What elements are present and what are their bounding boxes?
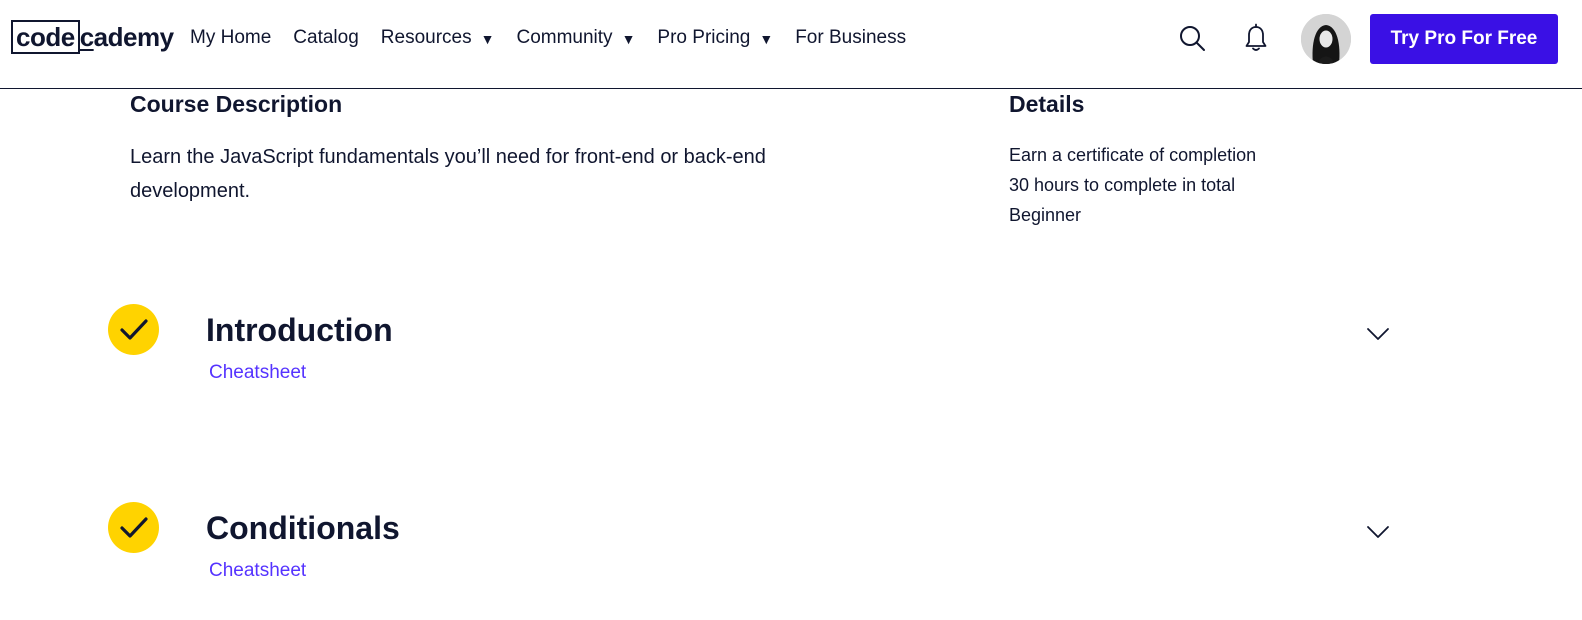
nav-label: Catalog [293,27,359,48]
logo-boxed-text: code [11,20,80,54]
completed-check-badge [108,304,159,355]
cheatsheet-link[interactable]: Cheatsheet [209,560,306,582]
completed-check-badge [108,502,159,553]
nav-community[interactable]: Community ▼ [516,27,635,49]
nav-my-home[interactable]: My Home [190,27,271,49]
top-navigation-bar: code cademy My Home Catalog Resources ▼ Co… [0,0,1582,89]
nav-pro-pricing[interactable]: Pro Pricing ▼ [657,27,773,49]
course-description-heading: Course Description [130,91,343,117]
checkmark-icon [119,516,148,538]
caret-down-icon: ▼ [480,31,495,47]
expand-module-toggle[interactable] [1364,324,1392,344]
main-nav: My Home Catalog Resources ▼ Community ▼ Pr… [190,24,928,52]
caret-down-icon: ▼ [621,31,636,47]
detail-level: Beginner [1009,205,1082,225]
checkmark-icon [119,318,148,340]
module-introduction: Introduction Cheatsheet [0,304,1582,404]
caret-down-icon: ▼ [759,31,774,47]
module-title: Introduction [206,312,393,348]
course-description-text: Learn the JavaScript fundamentals you’ll… [130,146,766,202]
nav-label: For Business [795,27,907,48]
detail-duration: 30 hours to complete in total [1009,175,1236,195]
avatar-photo-icon [1301,14,1351,64]
logo-underlined-letter: c [79,22,94,52]
nav-catalog[interactable]: Catalog [293,27,359,49]
nav-label: Resources [380,27,472,48]
chevron-down-icon [1367,526,1389,538]
details-list: Earn a certificate of completion 30 hour… [1009,140,1256,230]
codecademy-logo[interactable]: code cademy [11,19,174,55]
nav-label: Pro Pricing [657,27,751,48]
try-pro-button[interactable]: Try Pro For Free [1370,14,1558,64]
search-button[interactable] [1176,22,1208,54]
user-avatar[interactable] [1301,14,1351,64]
nav-label: My Home [190,27,272,48]
chevron-down-icon [1367,328,1389,340]
module-conditionals: Conditionals Cheatsheet [0,502,1582,602]
module-title: Conditionals [206,510,400,546]
notifications-button[interactable] [1240,22,1272,54]
cheatsheet-link[interactable]: Cheatsheet [209,362,306,384]
logo-suffix: ademy [93,22,174,52]
search-icon [1180,26,1205,51]
detail-certificate: Earn a certificate of completion [1009,145,1257,165]
expand-module-toggle[interactable] [1364,522,1392,542]
nav-label: Community [516,27,613,48]
nav-resources[interactable]: Resources ▼ [381,27,495,49]
bell-icon [1245,23,1267,51]
nav-for-business[interactable]: For Business [795,27,906,49]
logo-rest-text: cademy [80,22,174,52]
details-heading: Details [1009,91,1085,117]
